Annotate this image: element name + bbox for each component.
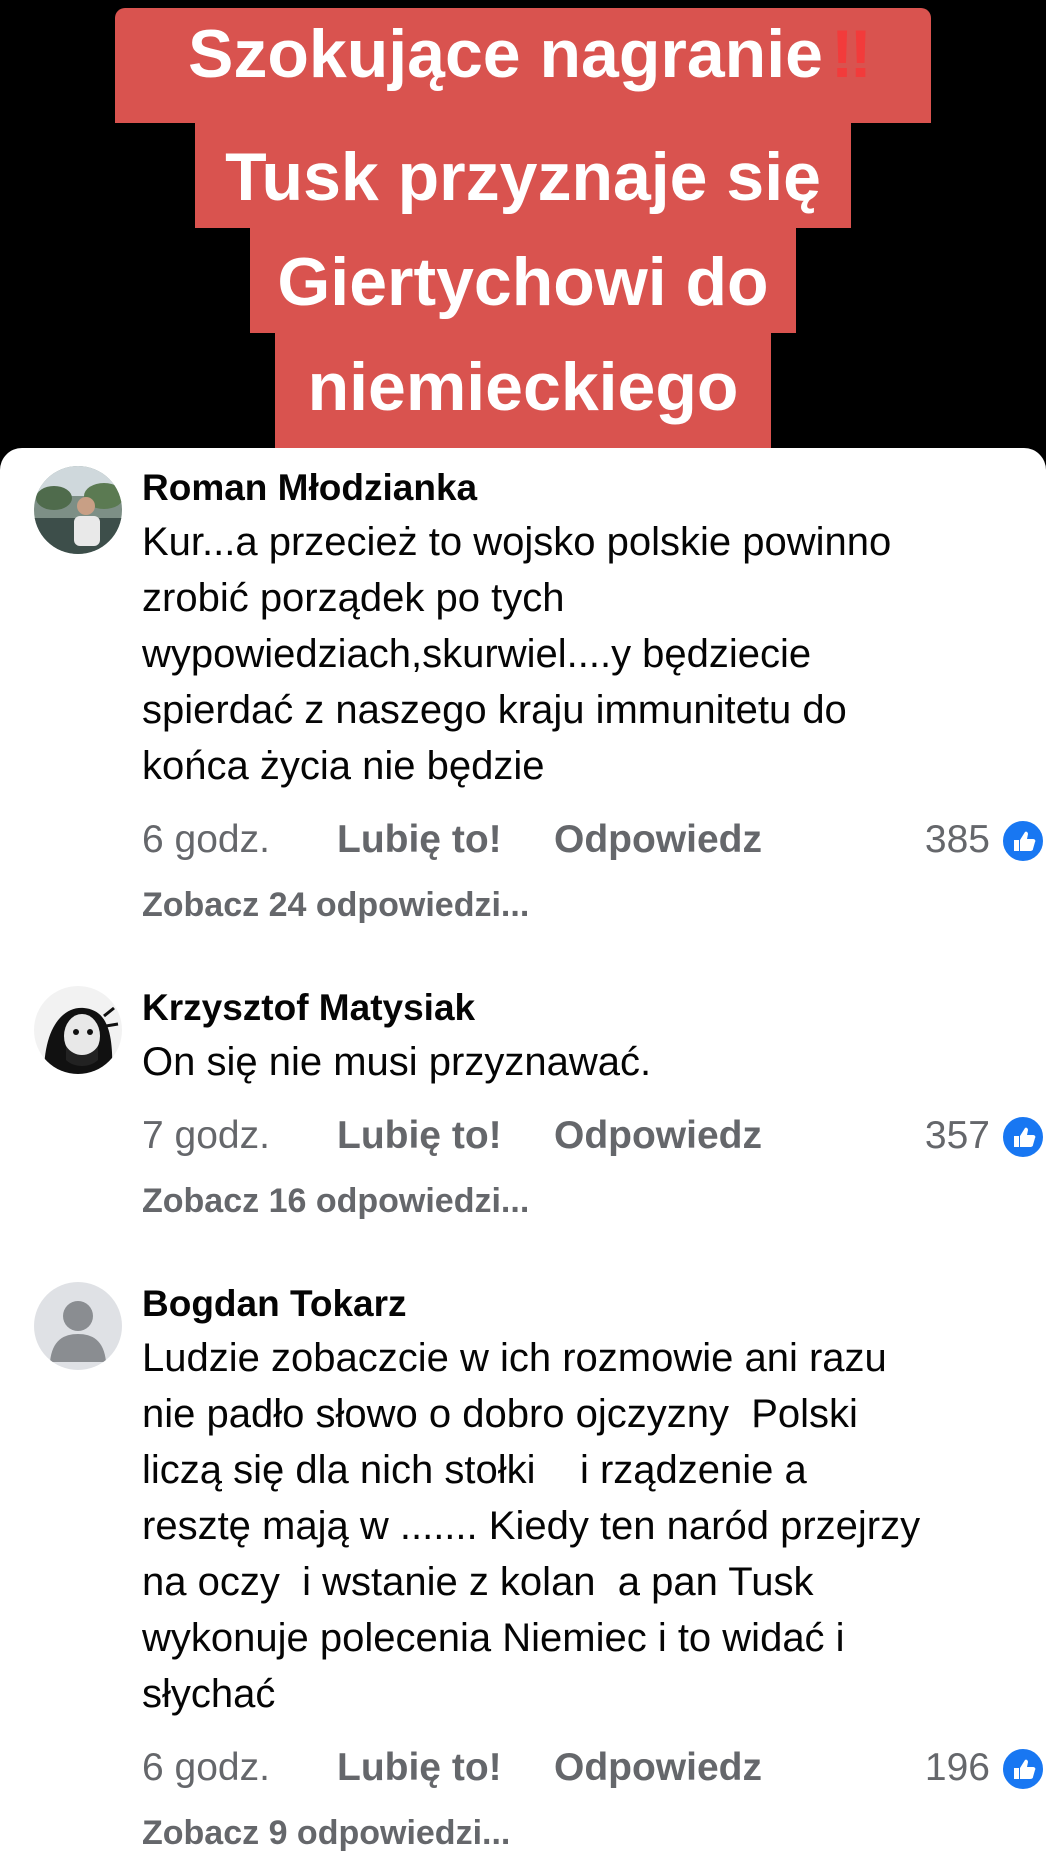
comment-text: On się nie musi przyznawać. (142, 1040, 652, 1084)
view-replies-link[interactable]: Zobacz 9 odpowiedzi... (142, 1814, 1046, 1853)
caption-line-2: Tusk przyznaje się (195, 123, 851, 228)
caption-text-1: Szokujące nagranie (188, 16, 823, 92)
reaction-count[interactable]: 196 (925, 1746, 990, 1790)
comment-author[interactable]: Bogdan Tokarz (142, 1282, 1046, 1326)
view-replies-link[interactable]: Zobacz 24 odpowiedzi... (142, 886, 1046, 925)
view-replies-link[interactable]: Zobacz 16 odpowiedzi... (142, 1182, 1046, 1221)
comment-time[interactable]: 6 godz. (142, 1746, 270, 1790)
avatar[interactable] (34, 986, 122, 1074)
like-button[interactable]: Lubię to! (337, 818, 502, 862)
caption-line-1: Szokujące nagranie ‼ (115, 8, 931, 123)
avatar[interactable] (34, 1282, 122, 1370)
double-exclamation-icon: ‼ (830, 16, 872, 92)
comment-actions: 6 godz. Lubię to! Odpowiedz 196 (142, 1736, 1046, 1796)
reply-button[interactable]: Odpowiedz (554, 1746, 762, 1790)
reply-button[interactable]: Odpowiedz (554, 818, 762, 862)
video-preview[interactable]: Szokujące nagranie ‼ Tusk przyznaje się G… (0, 0, 1046, 456)
comment-author[interactable]: Krzysztof Matysiak (142, 986, 1046, 1030)
like-icon[interactable] (1000, 818, 1046, 864)
comment-text: Ludzie zobaczcie w ich rozmowie ani razu… (142, 1336, 921, 1716)
caption-line-4: niemieckiego (275, 333, 771, 456)
comment-text: Kur...a przecież to wojsko polskie powin… (142, 520, 892, 788)
reaction-count[interactable]: 357 (925, 1114, 990, 1158)
like-icon[interactable] (1000, 1746, 1046, 1792)
like-button[interactable]: Lubię to! (337, 1746, 502, 1790)
reply-button[interactable]: Odpowiedz (554, 1114, 762, 1158)
caption-line-3: Giertychowi do (250, 228, 796, 333)
comment-actions: 7 godz. Lubię to! Odpowiedz 357 (142, 1104, 1046, 1164)
comments-panel: Roman Młodzianka Kur...a przecież to woj… (0, 448, 1046, 1866)
comment-time[interactable]: 7 godz. (142, 1114, 270, 1158)
comment-actions: 6 godz. Lubię to! Odpowiedz 385 (142, 808, 1046, 868)
comment-author[interactable]: Roman Młodzianka (142, 466, 1046, 510)
reaction-count[interactable]: 385 (925, 818, 990, 862)
comment-time[interactable]: 6 godz. (142, 818, 270, 862)
avatar[interactable] (34, 466, 122, 554)
like-icon[interactable] (1000, 1114, 1046, 1160)
like-button[interactable]: Lubię to! (337, 1114, 502, 1158)
